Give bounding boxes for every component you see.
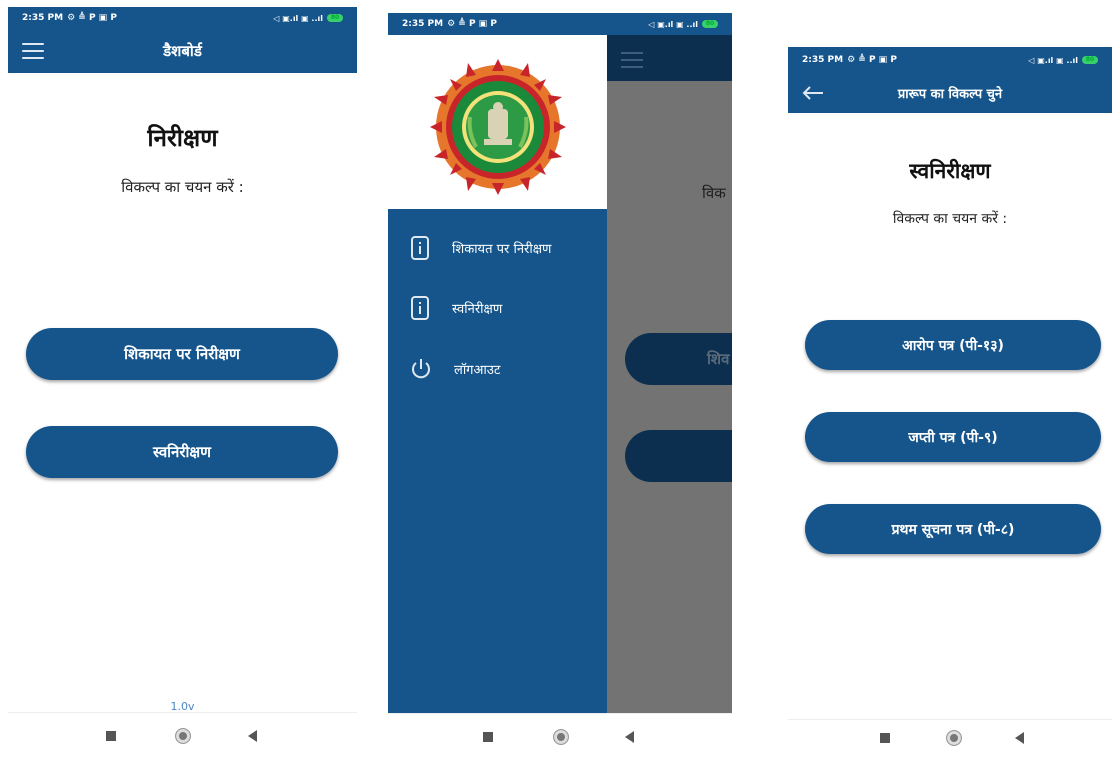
menu-item-logout[interactable]: लॉगआउट [410,357,500,381]
back-nav-icon[interactable] [1015,732,1024,744]
screen-dashboard: 2:35 PM ⚙ ≜ P ▣ P ◁ ▣.ıl ▣ ..ıl 80 डैशबो… [8,7,357,757]
first-information-report-button[interactable]: प्रथम सूचना पत्र (पी-८) [805,504,1101,554]
drawer-scrim[interactable]: विक शिव [607,35,732,714]
app-bar-title: डैशबोर्ड [163,42,202,60]
drawer-header [388,35,607,209]
battery-icon: 80 [327,14,343,22]
back-nav-icon[interactable] [248,730,257,742]
menu-item-self-inspection[interactable]: स्वनिरीक्षण [410,295,502,321]
status-bar: 2:35 PM ⚙ ≜ P ▣ P ◁ ▣.ıl ▣ ..ıl 80 [8,7,357,29]
battery-icon: 80 [1082,56,1098,64]
seizure-memo-button[interactable]: जप्ती पत्र (पी-९) [805,412,1101,462]
app-bar-title: प्रारूप का विकल्प चुने [897,87,1003,102]
self-inspection-button[interactable]: स्वनिरीक्षण [26,426,338,478]
screen-drawer: 2:35 PM ⚙ ≜ P ▣ P ◁ ▣.ıl ▣ ..ıl 80 विक श… [388,13,732,758]
system-nav-bar [8,712,357,757]
dimmed-hamburger-icon [621,52,643,68]
dimmed-subtitle: विक [702,184,726,202]
home-icon[interactable] [946,730,962,746]
recents-icon[interactable] [106,731,116,741]
info-icon [411,236,429,260]
status-icons-left: ⚙ ≜ P ▣ P [847,55,897,65]
status-icons-left: ⚙ ≜ P ▣ P [67,13,117,23]
menu-item-label: शिकायत पर निरीक्षण [452,242,552,257]
system-nav-bar [388,713,732,758]
recents-icon[interactable] [880,733,890,743]
status-time: 2:35 PM [402,19,444,29]
status-icons-left: ⚙ ≜ P ▣ P [447,19,497,29]
page-heading: स्वनिरीक्षण [909,159,991,183]
screen-format-selection: 2:35 PM ⚙ ≜ P ▣ P ◁ ▣.ıl ▣ ..ıl 80 प्रार… [788,47,1112,758]
battery-icon: 80 [702,20,718,28]
complaint-inspection-button[interactable]: शिकायत पर निरीक्षण [26,328,338,380]
charge-sheet-button[interactable]: आरोप पत्र (पी-१३) [805,320,1101,370]
back-arrow-icon[interactable] [802,86,824,100]
signal-icons: ◁ ▣.ıl ▣ ..ıl [1028,55,1078,65]
info-icon [411,296,429,320]
signal-icons: ◁ ▣.ıl ▣ ..ıl [648,19,698,29]
menu-item-label: स्वनिरीक्षण [452,302,503,317]
hamburger-menu-icon[interactable] [22,43,44,59]
navigation-drawer: शिकायत पर निरीक्षण स्वनिरीक्षण लॉगआउट [388,35,607,714]
menu-item-label: लॉगआउट [454,363,501,378]
power-icon [412,359,430,379]
page-subtitle: विकल्प का चयन करें : [121,178,244,196]
home-icon[interactable] [553,729,569,745]
dimmed-button-2 [625,430,732,482]
page-heading: निरीक्षण [147,124,218,152]
status-bar: 2:35 PM ⚙ ≜ P ▣ P ◁ ▣.ıl ▣ ..ıl 80 [788,47,1112,73]
home-icon[interactable] [175,728,191,744]
back-nav-icon[interactable] [625,731,634,743]
status-time: 2:35 PM [802,55,844,65]
mp-government-emblem-logo [430,59,566,195]
signal-icons: ◁ ▣.ıl ▣ ..ıl [273,13,323,23]
app-bar: डैशबोर्ड [8,29,357,73]
status-bar: 2:35 PM ⚙ ≜ P ▣ P ◁ ▣.ıl ▣ ..ıl 80 [388,13,732,35]
status-time: 2:35 PM [22,13,64,23]
menu-item-complaint-inspection[interactable]: शिकायत पर निरीक्षण [410,235,551,261]
page-subtitle: विकल्प का चयन करें : [892,211,1008,227]
dimmed-button-1: शिव [625,333,732,385]
dimmed-button-label: शिव [707,350,730,368]
recents-icon[interactable] [483,732,493,742]
system-nav-bar [788,719,1112,758]
app-bar: प्रारूप का विकल्प चुने [788,73,1112,113]
